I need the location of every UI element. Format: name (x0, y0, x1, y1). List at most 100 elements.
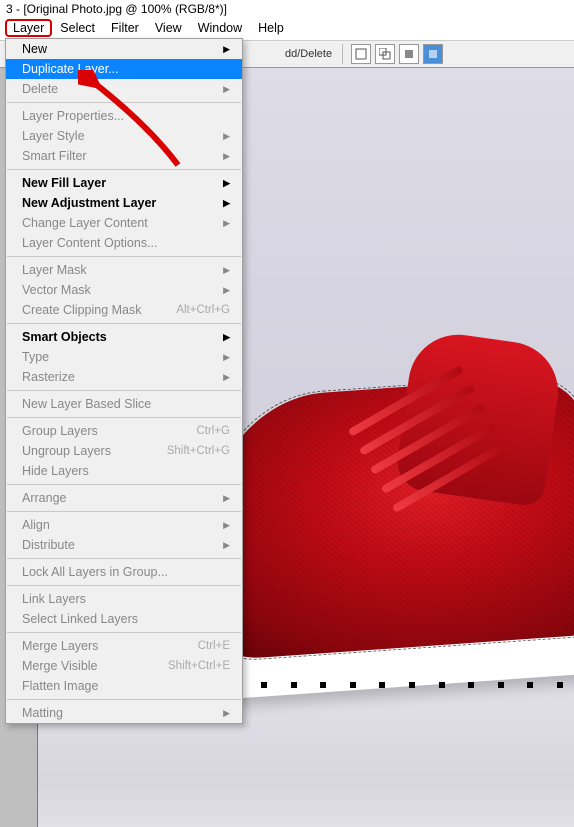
menu-divider (7, 511, 241, 512)
submenu-arrow-icon: ▶ (223, 151, 230, 162)
menu-item-new[interactable]: New ▶ (6, 39, 242, 59)
menu-item-new-adjustment-layer[interactable]: New Adjustment Layer▶ (6, 193, 242, 213)
menu-item-label: Lock All Layers in Group... (22, 565, 168, 579)
submenu-arrow-icon: ▶ (223, 332, 230, 343)
window-title: 3 - [Original Photo.jpg @ 100% (RGB/8*)] (0, 0, 574, 17)
menu-item-link-layers: Link Layers (6, 589, 242, 609)
toolbar-label-fragment: dd/Delete (285, 48, 332, 60)
menu-item-new-layer-based-slice: New Layer Based Slice (6, 394, 242, 414)
menu-divider (7, 256, 241, 257)
menu-divider (7, 699, 241, 700)
layer-menu-dropdown: New▶Duplicate Layer...Delete▶Layer Prope… (5, 38, 243, 724)
menu-help[interactable]: Help (250, 19, 292, 37)
menu-item-label: Layer Content Options... (22, 236, 158, 250)
menu-item-label: Smart Objects (22, 330, 107, 344)
menu-layer[interactable]: Layer (5, 19, 52, 37)
submenu-arrow-icon: ▶ (223, 520, 230, 531)
menu-divider (7, 323, 241, 324)
toolbar-icon-2[interactable] (375, 44, 395, 64)
menu-item-label: Create Clipping Mask (22, 303, 142, 317)
submenu-arrow-icon: ▶ (223, 540, 230, 551)
menu-item-label: Ungroup Layers (22, 444, 111, 458)
menu-item-change-layer-content: Change Layer Content ▶ (6, 213, 242, 233)
menu-item-distribute: Distribute ▶ (6, 535, 242, 555)
menu-item-create-clipping-mask: Create Clipping Mask Alt+Ctrl+G (6, 300, 242, 320)
menu-item-layer-properties: Layer Properties... (6, 106, 242, 126)
menu-item-label: Delete (22, 82, 58, 96)
menu-window[interactable]: Window (190, 19, 250, 37)
menu-divider (7, 585, 241, 586)
menu-item-group-layers: Group Layers Ctrl+G (6, 421, 242, 441)
menu-item-label: Duplicate Layer... (22, 62, 119, 76)
menubar: Layer Select Filter View Window Help (0, 17, 574, 40)
menu-item-label: Align (22, 518, 50, 532)
menu-divider (7, 417, 241, 418)
menu-item-ungroup-layers: Ungroup Layers Shift+Ctrl+G (6, 441, 242, 461)
submenu-arrow-icon: ▶ (223, 708, 230, 719)
menu-view[interactable]: View (147, 19, 190, 37)
menu-item-label: New Fill Layer (22, 176, 106, 190)
menu-item-delete: Delete▶ (6, 79, 242, 99)
menu-item-new-fill-layer[interactable]: New Fill Layer ▶ (6, 173, 242, 193)
menu-item-label: New Adjustment Layer (22, 196, 156, 210)
menu-divider (7, 484, 241, 485)
menu-item-shortcut: Ctrl+G (196, 425, 230, 437)
menu-item-layer-content-options: Layer Content Options... (6, 233, 242, 253)
menu-item-label: Type (22, 350, 49, 364)
submenu-arrow-icon: ▶ (223, 285, 230, 296)
menu-item-label: Smart Filter (22, 149, 87, 163)
menu-item-label: Matting (22, 706, 63, 720)
separator (342, 44, 343, 64)
menu-item-smart-filter: Smart Filter ▶ (6, 146, 242, 166)
menu-item-label: Change Layer Content (22, 216, 148, 230)
submenu-arrow-icon: ▶ (223, 493, 230, 504)
menu-item-select-linked-layers: Select Linked Layers (6, 609, 242, 629)
menu-item-label: Merge Visible (22, 659, 98, 673)
menu-item-label: New Layer Based Slice (22, 397, 151, 411)
menu-divider (7, 169, 241, 170)
menu-item-shortcut: Shift+Ctrl+E (168, 660, 230, 672)
menu-item-shortcut: Alt+Ctrl+G (176, 304, 230, 316)
menu-item-label: Select Linked Layers (22, 612, 138, 626)
menu-item-arrange: Arrange▶ (6, 488, 242, 508)
menu-item-label: New (22, 42, 47, 56)
toolbar-icon-3[interactable] (399, 44, 419, 64)
menu-divider (7, 102, 241, 103)
menu-item-type: Type ▶ (6, 347, 242, 367)
submenu-arrow-icon: ▶ (223, 265, 230, 276)
toolbar-icon-1[interactable] (351, 44, 371, 64)
selection-bottom-marquee (224, 668, 574, 688)
menu-divider (7, 558, 241, 559)
submenu-arrow-icon: ▶ (223, 131, 230, 142)
menu-divider (7, 390, 241, 391)
menu-item-label: Layer Style (22, 129, 85, 143)
menu-item-merge-visible: Merge Visible Shift+Ctrl+E (6, 656, 242, 676)
submenu-arrow-icon: ▶ (223, 352, 230, 363)
menu-divider (7, 632, 241, 633)
submenu-arrow-icon: ▶ (223, 178, 230, 189)
submenu-arrow-icon: ▶ (223, 44, 230, 55)
menu-item-lock-all-layers-in-group: Lock All Layers in Group... (6, 562, 242, 582)
menu-item-matting: Matting ▶ (6, 703, 242, 723)
toolbar-icon-4[interactable] (423, 44, 443, 64)
menu-item-label: Rasterize (22, 370, 75, 384)
menu-item-label: Distribute (22, 538, 75, 552)
menu-item-rasterize: Rasterize▶ (6, 367, 242, 387)
menu-item-label: Flatten Image (22, 679, 98, 693)
menu-item-label: Group Layers (22, 424, 98, 438)
menu-item-label: Merge Layers (22, 639, 98, 653)
menu-item-duplicate-layer[interactable]: Duplicate Layer... (6, 59, 242, 79)
menu-item-hide-layers: Hide Layers (6, 461, 242, 481)
menu-filter[interactable]: Filter (103, 19, 147, 37)
menu-item-merge-layers: Merge LayersCtrl+E (6, 636, 242, 656)
menu-item-label: Layer Properties... (22, 109, 124, 123)
menu-item-smart-objects[interactable]: Smart Objects ▶ (6, 327, 242, 347)
menu-item-layer-mask: Layer Mask▶ (6, 260, 242, 280)
menu-item-layer-style: Layer Style ▶ (6, 126, 242, 146)
menu-item-label: Hide Layers (22, 464, 89, 478)
submenu-arrow-icon: ▶ (223, 218, 230, 229)
menu-select[interactable]: Select (52, 19, 103, 37)
menu-item-label: Link Layers (22, 592, 86, 606)
menu-item-shortcut: Shift+Ctrl+G (167, 445, 230, 457)
menu-item-align: Align ▶ (6, 515, 242, 535)
